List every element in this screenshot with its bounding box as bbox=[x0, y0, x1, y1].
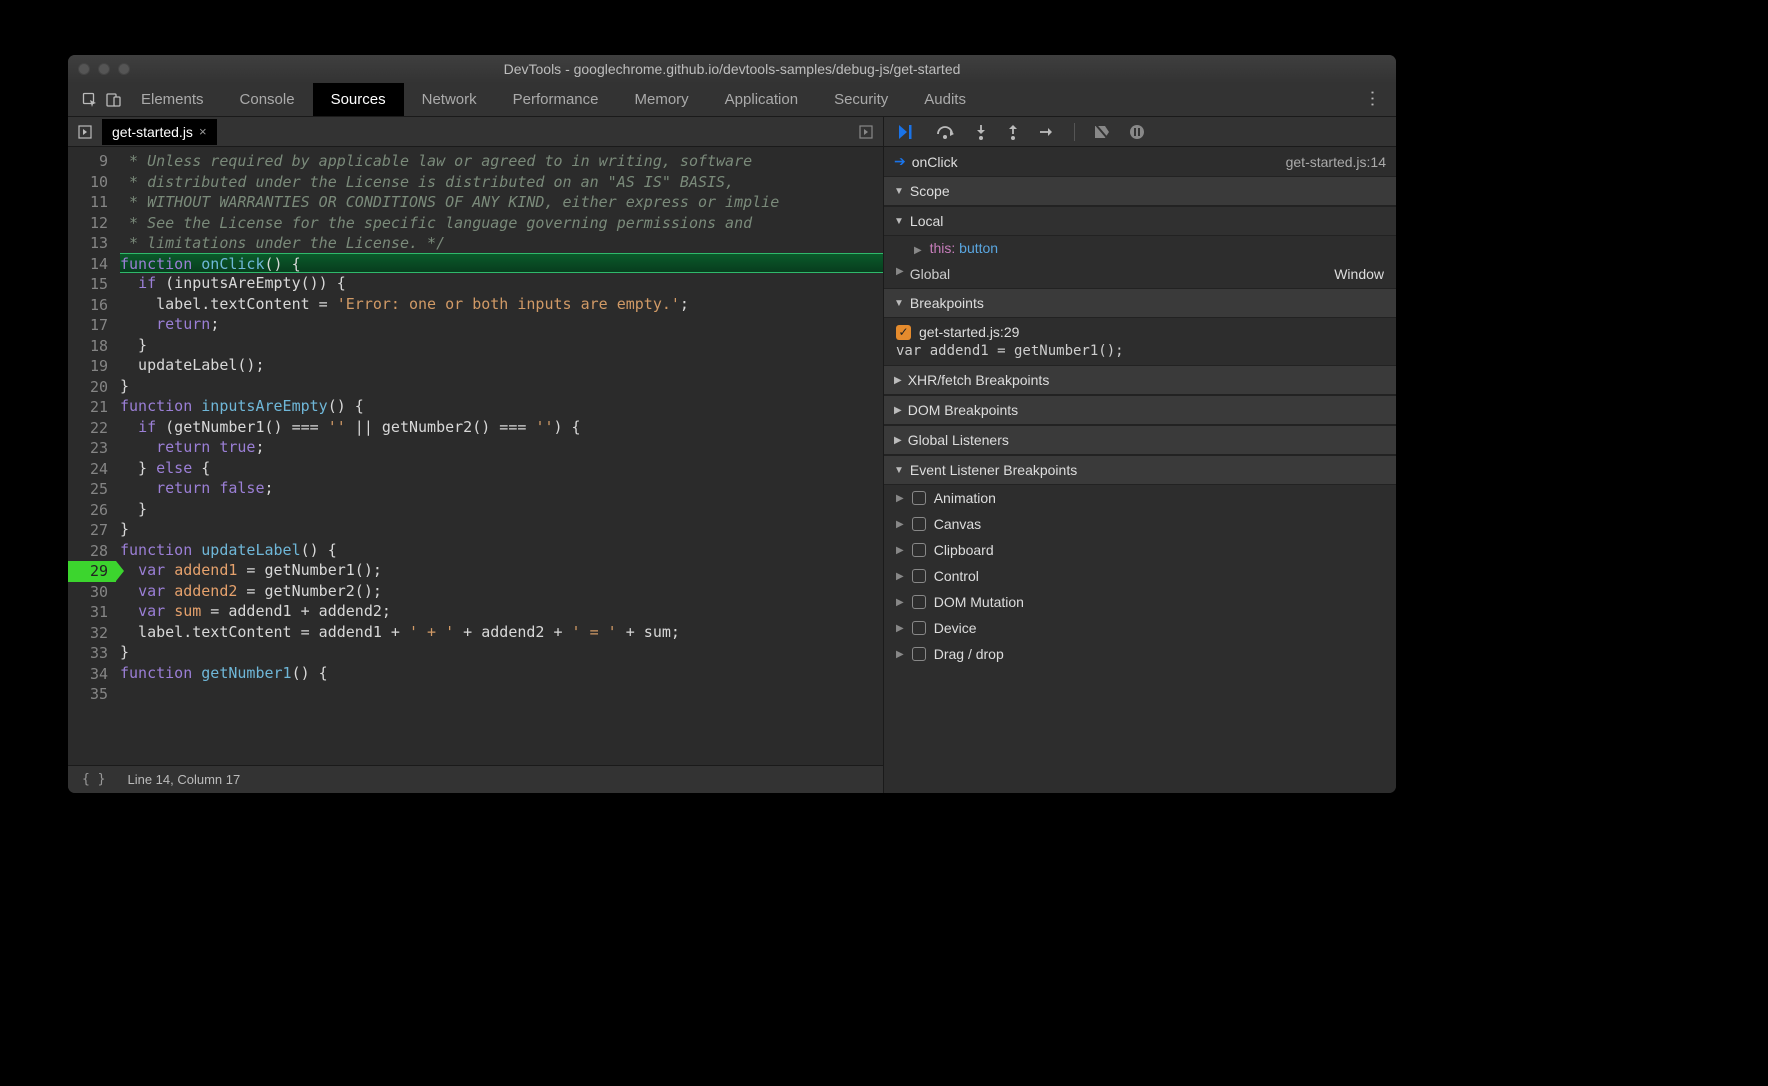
step-button[interactable] bbox=[1038, 125, 1056, 139]
event-category-checkbox[interactable] bbox=[912, 621, 926, 635]
event-category-animation[interactable]: ▶Animation bbox=[884, 485, 1396, 511]
global-listeners-header[interactable]: ▶Global Listeners bbox=[884, 425, 1396, 455]
devtools-window: DevTools - googlechrome.github.io/devtoo… bbox=[68, 55, 1396, 793]
file-tab-label: get-started.js bbox=[112, 124, 193, 140]
tab-performance[interactable]: Performance bbox=[495, 83, 617, 116]
call-stack-frame[interactable]: ➔ onClick get-started.js:14 bbox=[884, 147, 1396, 176]
line-gutter[interactable]: 9101112131415161718192021222324252627282… bbox=[68, 147, 116, 765]
event-category-drag-drop[interactable]: ▶Drag / drop bbox=[884, 641, 1396, 667]
scope-this-row[interactable]: ▶ this: button bbox=[884, 236, 1396, 260]
xhr-breakpoints-header[interactable]: ▶XHR/fetch Breakpoints bbox=[884, 365, 1396, 395]
device-toolbar-icon[interactable] bbox=[106, 92, 122, 108]
scope-pane-header[interactable]: ▼Scope bbox=[884, 176, 1396, 206]
event-category-checkbox[interactable] bbox=[912, 569, 926, 583]
resume-button[interactable] bbox=[898, 124, 918, 140]
panel-tabs: ElementsConsoleSourcesNetworkPerformance… bbox=[68, 83, 1396, 117]
breakpoint-checkbox[interactable]: ✓ bbox=[896, 325, 911, 340]
deactivate-breakpoints-button[interactable] bbox=[1093, 124, 1111, 140]
tab-elements[interactable]: Elements bbox=[123, 83, 222, 116]
tab-audits[interactable]: Audits bbox=[906, 83, 984, 116]
step-into-button[interactable] bbox=[974, 124, 988, 140]
tab-memory[interactable]: Memory bbox=[617, 83, 707, 116]
event-category-checkbox[interactable] bbox=[912, 647, 926, 661]
event-listener-breakpoints-header[interactable]: ▼Event Listener Breakpoints bbox=[884, 455, 1396, 485]
file-tab[interactable]: get-started.js × bbox=[102, 119, 217, 145]
event-category-dom-mutation[interactable]: ▶DOM Mutation bbox=[884, 589, 1396, 615]
event-category-clipboard[interactable]: ▶Clipboard bbox=[884, 537, 1396, 563]
more-options-icon[interactable]: ⋯ bbox=[1362, 90, 1383, 110]
event-category-control[interactable]: ▶Control bbox=[884, 563, 1396, 589]
window-titlebar: DevTools - googlechrome.github.io/devtoo… bbox=[68, 55, 1396, 83]
sources-panel: get-started.js × 91011121314151617181920… bbox=[68, 117, 884, 793]
file-tab-bar: get-started.js × bbox=[68, 117, 883, 147]
dom-breakpoints-header[interactable]: ▶DOM Breakpoints bbox=[884, 395, 1396, 425]
frame-function: onClick bbox=[912, 154, 958, 170]
breakpoint-label: get-started.js:29 bbox=[919, 324, 1019, 340]
window-title: DevTools - googlechrome.github.io/devtoo… bbox=[68, 61, 1396, 77]
breakpoint-code: var addend1 = getNumber1(); bbox=[896, 340, 1384, 359]
event-category-checkbox[interactable] bbox=[912, 543, 926, 557]
pause-on-exceptions-button[interactable] bbox=[1129, 124, 1145, 140]
show-debugger-icon[interactable] bbox=[859, 125, 873, 139]
tab-application[interactable]: Application bbox=[707, 83, 816, 116]
step-out-button[interactable] bbox=[1006, 124, 1020, 140]
breakpoint-item[interactable]: ✓ get-started.js:29 var addend1 = getNumb… bbox=[884, 318, 1396, 365]
cursor-position: Line 14, Column 17 bbox=[127, 772, 240, 787]
code-area[interactable]: * Unless required by applicable law or a… bbox=[116, 147, 883, 765]
scope-global-header[interactable]: ▶GlobalWindow bbox=[884, 260, 1396, 288]
show-navigator-icon[interactable] bbox=[78, 125, 92, 139]
frame-location: get-started.js:14 bbox=[1286, 154, 1386, 170]
pretty-print-icon[interactable]: { } bbox=[82, 772, 105, 787]
tab-network[interactable]: Network bbox=[404, 83, 495, 116]
event-category-checkbox[interactable] bbox=[912, 491, 926, 505]
code-editor[interactable]: 9101112131415161718192021222324252627282… bbox=[68, 147, 883, 765]
scope-local-header[interactable]: ▼Local bbox=[884, 206, 1396, 236]
tab-sources[interactable]: Sources bbox=[313, 83, 404, 116]
tab-security[interactable]: Security bbox=[816, 83, 906, 116]
debugger-controls bbox=[884, 117, 1396, 147]
current-frame-icon: ➔ bbox=[894, 153, 906, 170]
editor-status-bar: { } Line 14, Column 17 bbox=[68, 765, 883, 793]
event-category-device[interactable]: ▶Device bbox=[884, 615, 1396, 641]
event-category-checkbox[interactable] bbox=[912, 595, 926, 609]
step-over-button[interactable] bbox=[936, 124, 956, 140]
breakpoints-pane-header[interactable]: ▼Breakpoints bbox=[884, 288, 1396, 318]
event-category-checkbox[interactable] bbox=[912, 517, 926, 531]
debugger-sidebar: ➔ onClick get-started.js:14 ▼Scope ▼Loca… bbox=[884, 117, 1396, 793]
inspect-element-icon[interactable] bbox=[82, 92, 98, 108]
tab-console[interactable]: Console bbox=[222, 83, 313, 116]
close-tab-icon[interactable]: × bbox=[199, 124, 207, 139]
event-category-canvas[interactable]: ▶Canvas bbox=[884, 511, 1396, 537]
